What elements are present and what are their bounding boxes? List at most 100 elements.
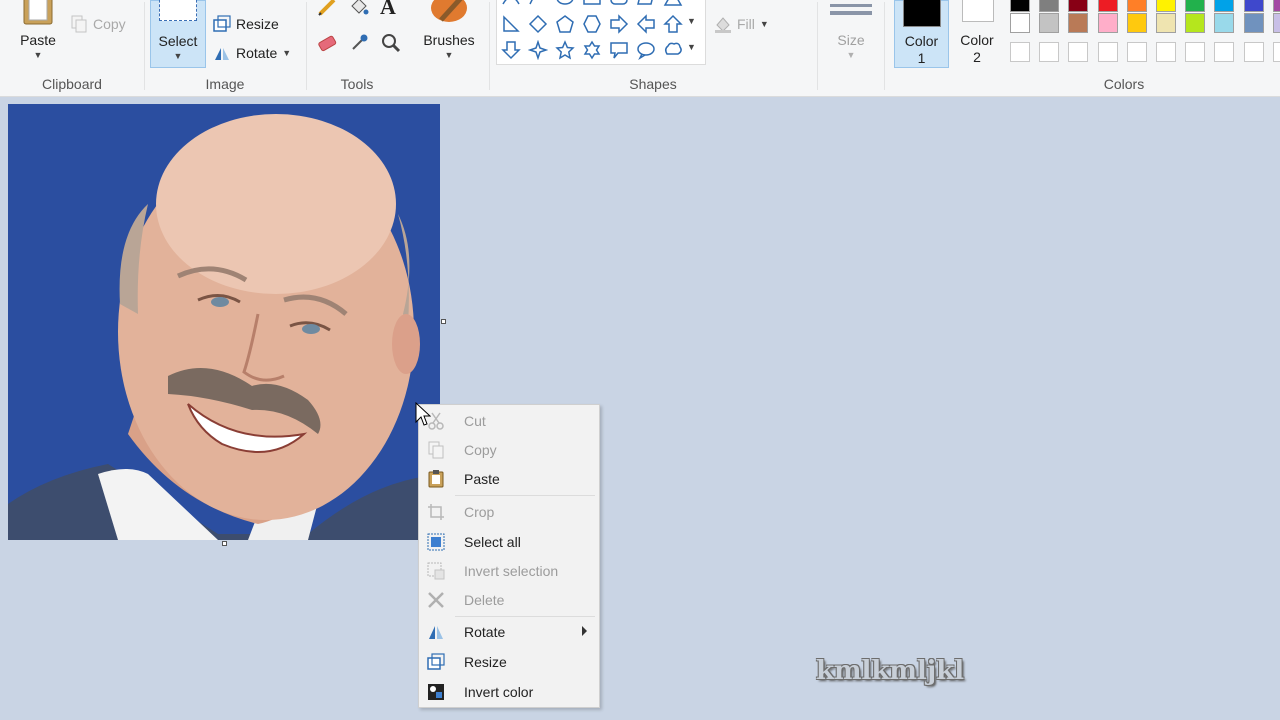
fill-label: Fill [737,16,755,32]
menu-item-invert-selection[interactable]: Invert selection [419,558,599,584]
brush-icon [431,0,467,22]
menu-item-select-all-label: Select all [464,534,521,550]
menu-separator [455,616,595,617]
ribbon: Paste ▼ Copy Clipboard Image Select ▼ Re… [0,0,1280,97]
more-shapes-icon[interactable]: ▼ [687,42,696,52]
color-picker-icon[interactable] [348,32,370,54]
oval-shape-icon[interactable] [555,0,575,8]
resize-handle-bottom[interactable] [222,541,227,546]
pentagon-shape-icon[interactable] [555,14,575,34]
image-group-label: Image [205,76,245,92]
menu-item-copy-label: Copy [464,442,497,458]
six-point-star-shape-icon[interactable] [582,40,602,60]
hexagon-shape-icon[interactable] [582,14,602,34]
menu-item-cut[interactable]: Cut [419,408,599,434]
copy-label: Copy [93,16,126,32]
curve-shape-icon[interactable] [501,0,521,8]
canvas-image[interactable] [8,104,440,540]
resize-button[interactable]: Resize [213,15,279,33]
pencil-icon[interactable] [316,0,338,18]
resize-icon [213,15,231,33]
menu-item-invert-color-label: Invert color [464,684,534,700]
polygon-shape-icon[interactable] [636,0,656,8]
brushes-button[interactable]: Brushes ▼ [418,0,480,68]
color2-label-line1: Color [960,32,994,48]
rotate-icon [213,44,231,62]
menu-item-delete[interactable]: Delete [419,587,599,613]
fill-icon [714,15,732,33]
divider [884,2,885,90]
color-swatch[interactable] [1243,13,1264,33]
right-triangle-shape-icon[interactable] [501,14,521,34]
rectangle-shape-icon[interactable] [582,0,602,8]
portrait-photo [8,114,440,540]
color2-swatch [962,0,994,22]
color2-label-line2: 2 [973,49,981,65]
color1-label-line1: Color [904,33,939,49]
copy-icon [70,15,88,33]
down-arrow-shape-icon[interactable] [501,40,521,60]
context-menu: Cut Copy Paste Crop Select all Invert se… [418,404,600,708]
colors-group-label: Colors [1103,76,1145,92]
watermark-text: kmlkmljkl [816,656,965,686]
up-arrow-shape-icon[interactable] [663,14,683,34]
magnifier-icon[interactable] [380,32,402,54]
menu-item-rotate-label: Rotate [464,624,506,640]
color2-button[interactable]: Color 2 [952,0,1002,68]
text-tool-icon[interactable]: A [380,0,402,19]
four-point-star-shape-icon[interactable] [527,39,549,61]
menu-item-resize[interactable]: Resize [419,649,599,675]
chevron-down-icon: ▼ [173,51,183,61]
five-point-star-shape-icon[interactable] [555,40,575,60]
custom-color-slot[interactable] [1243,42,1264,62]
crop-icon [427,503,445,521]
diamond-shape-icon[interactable] [528,14,548,34]
right-arrow-shape-icon[interactable] [609,14,629,34]
menu-item-invert-selection-label: Invert selection [464,563,559,579]
chevron-down-icon[interactable]: ▼ [687,16,696,26]
size-button[interactable]: Size ▼ [824,0,878,68]
clipboard-icon [427,470,445,488]
triangle-shape-icon[interactable] [663,0,683,8]
line-width-icon [830,0,872,15]
eraser-icon[interactable] [316,32,338,54]
divider [817,2,818,90]
copy-icon [427,441,445,459]
color-swatch[interactable] [1243,0,1264,12]
menu-separator [455,495,595,496]
menu-item-crop-label: Crop [464,504,495,520]
clipboard-group-label: Clipboard [42,76,102,92]
paste-button[interactable]: Paste ▼ [12,0,64,68]
left-arrow-shape-icon[interactable] [636,14,656,34]
cloud-callout-shape-icon[interactable] [663,40,683,60]
rounded-rectangle-shape-icon[interactable] [609,0,629,8]
menu-item-copy[interactable]: Copy [419,437,599,463]
resize-handle-right[interactable] [441,319,446,324]
rotate-button[interactable]: Rotate ▼ [213,44,291,62]
copy-button[interactable]: Copy [70,15,126,33]
color-swatch[interactable] [1272,13,1280,33]
shapes-group-label: Shapes [629,76,677,92]
color1-swatch [903,0,941,27]
menu-item-select-all[interactable]: Select all [419,529,599,555]
select-label: Select [158,33,198,49]
menu-item-invert-color[interactable]: Invert color [419,679,599,705]
chevron-down-icon: ▼ [846,50,856,60]
color-swatch[interactable] [1272,0,1280,12]
color1-button[interactable]: Color 1 [894,0,949,68]
fill-bucket-icon[interactable] [348,0,370,18]
mouse-cursor-icon [415,402,431,426]
polygon-shape-icon[interactable] [528,0,548,8]
paste-label: Paste [20,32,56,48]
menu-item-paste[interactable]: Paste [419,466,599,492]
custom-color-slot[interactable] [1272,42,1280,62]
menu-item-cut-label: Cut [464,413,486,429]
menu-item-crop[interactable]: Crop [419,499,599,525]
fill-button[interactable]: Fill ▼ [714,15,769,33]
menu-item-rotate[interactable]: Rotate [419,619,599,645]
rectangular-callout-shape-icon[interactable] [609,40,629,60]
rotate-label: Rotate [236,45,278,61]
oval-callout-shape-icon[interactable] [636,40,656,60]
resize-label: Resize [236,16,279,32]
select-button[interactable]: Select ▼ [150,0,206,68]
